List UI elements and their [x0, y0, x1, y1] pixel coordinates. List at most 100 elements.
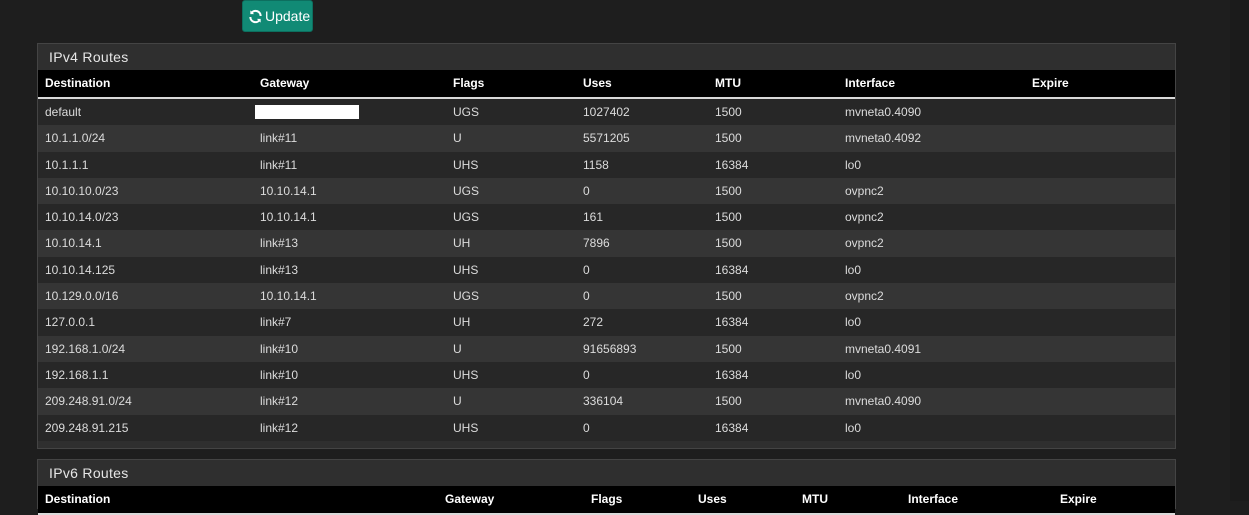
ipv4-table-header: Destination Gateway Flags Uses MTU Inter…: [38, 70, 1175, 99]
cell-mtu: 1500: [715, 341, 742, 356]
cell-interface: lo0: [845, 315, 862, 330]
table-row: 192.168.1.0/24 link#10 U 91656893 1500 mvneta…: [38, 335, 1175, 362]
cell-uses: 336104: [583, 394, 624, 409]
cell-interface: ovpnc2: [845, 289, 884, 304]
cell-flags: UH: [453, 315, 471, 330]
cell-flags: UHS: [453, 367, 479, 382]
col-mtu[interactable]: MTU: [802, 486, 828, 513]
col-expire[interactable]: Expire: [1032, 70, 1069, 97]
redacted-gateway: [255, 105, 359, 119]
cell-interface: ovpnc2: [845, 183, 884, 198]
cell-interface: mvneta0.4091: [845, 341, 922, 356]
cell-flags: U: [453, 394, 462, 409]
cell-mtu: 16384: [715, 262, 749, 277]
cell-gateway: link#7: [260, 315, 292, 330]
ipv6-routes-panel: IPv6 Routes Destination Gateway Flags Us…: [37, 459, 1176, 515]
cell-uses: 7896: [583, 236, 610, 251]
cell-mtu: 16384: [715, 315, 749, 330]
table-row: 192.168.1.1 link#10 UHS 0 16384 lo0: [38, 361, 1175, 389]
cell-uses: 0: [583, 262, 590, 277]
cell-uses: 0: [583, 420, 590, 435]
cell-destination: 10.10.14.0/23: [45, 210, 119, 225]
table-row: 10.129.0.0/16 10.10.14.1 UGS 0 1500 ovpnc2: [38, 283, 1175, 310]
cell-interface: ovpnc2: [845, 236, 884, 251]
cell-mtu: 1500: [715, 236, 742, 251]
cell-destination: 192.168.1.0/24: [45, 341, 126, 356]
cell-destination: 10.10.10.0/23: [45, 183, 119, 198]
cell-gateway: link#12: [260, 394, 299, 409]
cell-flags: UGS: [453, 183, 480, 198]
cell-destination: 10.10.14.1: [45, 236, 102, 251]
cell-mtu: 16384: [715, 420, 749, 435]
cell-uses: 5571205: [583, 131, 630, 146]
ipv4-routes-panel: IPv4 Routes Destination Gateway Flags Us…: [37, 43, 1176, 449]
col-destination[interactable]: Destination: [45, 70, 110, 97]
ipv6-routes-title: IPv6 Routes: [49, 465, 129, 481]
table-row: 209.248.91.0/24 link#12 U 336104 1500 mvneta0…: [38, 388, 1175, 415]
col-interface[interactable]: Interface: [845, 70, 895, 97]
cell-interface: lo0: [845, 420, 862, 435]
cell-gateway: link#11: [260, 157, 298, 172]
table-row: 10.1.1.0/24 link#11 U 5571205 1500 mvneta0.40…: [38, 125, 1175, 152]
ipv4-routes-title: IPv4 Routes: [49, 49, 129, 65]
cell-gateway: 10.10.14.1: [260, 289, 317, 304]
table-row: 10.10.10.0/23 10.10.14.1 UGS 0 1500 ovpnc2: [38, 177, 1175, 205]
cell-mtu: 1500: [715, 183, 742, 198]
cell-destination: 10.1.1.0/24: [45, 131, 106, 146]
col-gateway[interactable]: Gateway: [260, 70, 309, 97]
table-row: 10.10.14.0/23 10.10.14.1 UGS 161 1500 ovpnc2: [38, 204, 1175, 231]
cell-gateway: link#10: [260, 341, 299, 356]
update-button[interactable]: Update: [242, 0, 313, 32]
cell-flags: U: [453, 131, 462, 146]
col-uses[interactable]: Uses: [698, 486, 727, 513]
cell-destination: 209.248.91.215: [45, 420, 129, 435]
col-interface[interactable]: Interface: [908, 486, 958, 513]
col-flags[interactable]: Flags: [453, 70, 484, 97]
cell-interface: mvneta0.4092: [845, 131, 922, 146]
cell-destination: 127.0.0.1: [45, 315, 96, 330]
cell-flags: UHS: [453, 420, 479, 435]
cell-mtu: 16384: [715, 367, 749, 382]
cell-destination: 192.168.1.1: [45, 367, 109, 382]
col-expire[interactable]: Expire: [1060, 486, 1097, 513]
cell-mtu: 16384: [715, 157, 749, 172]
col-flags[interactable]: Flags: [591, 486, 622, 513]
cell-uses: 0: [583, 289, 590, 304]
cell-uses: 0: [583, 183, 590, 198]
ipv4-table-body: default UGS 1027402 1500 mvneta0.4090 10.1.1.…: [38, 99, 1175, 441]
cell-uses: 1027402: [583, 105, 630, 119]
cell-gateway: 10.10.14.1: [260, 210, 317, 225]
col-uses[interactable]: Uses: [583, 70, 612, 97]
cell-gateway: link#13: [260, 236, 299, 251]
cell-flags: UGS: [453, 289, 480, 304]
col-destination[interactable]: Destination: [45, 486, 110, 513]
table-row: 209.248.91.215 link#12 UHS 0 16384 lo0: [38, 414, 1175, 441]
cell-interface: mvneta0.4090: [845, 105, 922, 119]
cell-mtu: 1500: [715, 105, 742, 119]
table-row: 10.10.14.125 link#13 UHS 0 16384 lo0: [38, 256, 1175, 284]
cell-interface: lo0: [845, 262, 862, 277]
cell-destination: 10.10.14.125: [45, 262, 116, 277]
cell-gateway: link#10: [260, 367, 299, 382]
cell-interface: lo0: [845, 367, 862, 382]
col-mtu[interactable]: MTU: [715, 70, 741, 97]
cell-mtu: 1500: [715, 131, 742, 146]
cell-interface: lo0: [845, 157, 862, 172]
cell-uses: 1158: [583, 157, 609, 172]
table-row: 10.1.1.1 link#11 UHS 1158 16384 lo0: [38, 151, 1175, 178]
cell-uses: 0: [583, 367, 590, 382]
cell-destination: default: [45, 105, 82, 119]
cell-mtu: 1500: [715, 210, 742, 225]
cell-mtu: 1500: [715, 289, 742, 304]
cell-uses: 272: [583, 315, 604, 330]
table-row: 127.0.0.1 link#7 UH 272 16384 lo0: [38, 309, 1175, 336]
table-row: default UGS 1027402 1500 mvneta0.4090: [38, 99, 1175, 126]
cell-uses: 161: [583, 210, 604, 225]
cell-flags: UGS: [453, 210, 480, 225]
cell-flags: UH: [453, 236, 471, 251]
cell-gateway: link#13: [260, 262, 299, 277]
cell-gateway: link#11: [260, 131, 298, 146]
cell-gateway: 10.10.14.1: [260, 183, 317, 198]
update-button-label: Update: [265, 8, 311, 24]
col-gateway[interactable]: Gateway: [445, 486, 494, 513]
